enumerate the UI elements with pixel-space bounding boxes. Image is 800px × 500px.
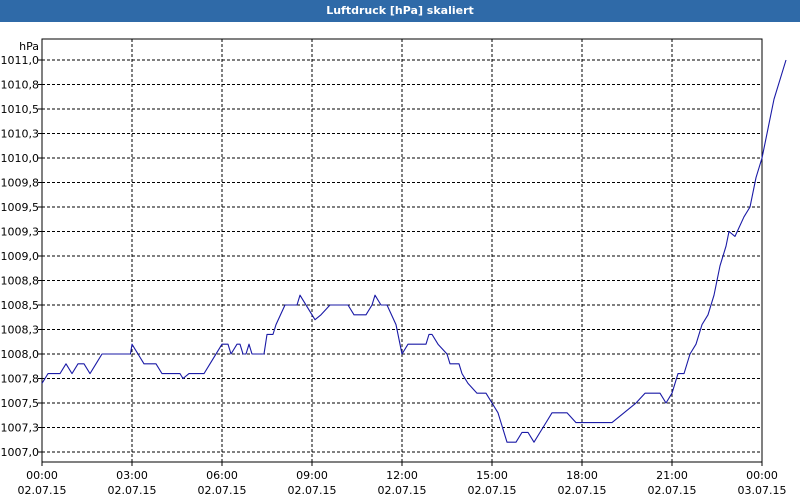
y-tick-label: 1009,8 [1,177,40,190]
y-tick-label: 1008,3 [1,324,40,337]
y-tick-label: 1007,8 [1,373,40,386]
x-tick-date-label: 02.07.15 [468,484,517,497]
y-tick-label: 1007,0 [1,446,40,459]
x-axis: 00:00 02.07.15 03:00 02.07.15 06:00 02.07.15 0… [18,462,787,497]
x-tick-date-label: 02.07.15 [198,484,247,497]
x-tick-date-label: 02.07.15 [378,484,427,497]
y-tick-label: 1010,0 [1,152,40,165]
x-tick-time-label: 18:00 [566,469,598,482]
x-tick-time-label: 15:00 [476,469,508,482]
x-tick-time-label: 00:00 [26,469,58,482]
y-tick-label: 1009,5 [1,201,40,214]
y-axis: 1007,0 1007,3 1007,5 1007,8 1008,0 1008,3 1008… [1,40,42,459]
x-tick-time-label: 06:00 [206,469,238,482]
y-tick-label: 1010,8 [1,79,40,92]
x-tick-date-label: 02.07.15 [18,484,67,497]
y-tick-label: 1008,5 [1,299,40,312]
x-tick-date-label: 02.07.15 [558,484,607,497]
series-group [41,59,787,443]
x-tick-time-label: 00:00 [746,469,778,482]
series-line [41,59,787,443]
chart-title-bar: Luftdruck [hPa] skaliert [0,0,800,22]
y-tick-label: 1007,5 [1,397,40,410]
chart-title: Luftdruck [hPa] skaliert [326,4,474,17]
x-tick-date-label: 02.07.15 [108,484,157,497]
x-tick-time-label: 12:00 [386,469,418,482]
x-tick-time-label: 03:00 [116,469,148,482]
y-tick-label: 1008,0 [1,348,40,361]
y-axis-label: hPa [19,40,39,53]
y-tick-label: 1010,5 [1,103,40,116]
y-tick-label: 1010,3 [1,128,40,141]
y-tick-label: 1009,3 [1,226,40,239]
chart-area: 1007,0 1007,3 1007,5 1007,8 1008,0 1008,3 1008… [1,38,787,497]
y-tick-label: 1007,3 [1,422,40,435]
x-tick-date-label: 02.07.15 [288,484,337,497]
grid-lines [42,39,762,462]
x-tick-date-label: 02.07.15 [648,484,697,497]
x-tick-time-label: 09:00 [296,469,328,482]
x-tick-date-label: 03.07.15 [738,484,787,497]
x-tick-time-label: 21:00 [656,469,688,482]
y-tick-label: 1008,8 [1,275,40,288]
y-tick-label: 1009,0 [1,250,40,263]
y-tick-label: 1011,0 [1,54,40,67]
